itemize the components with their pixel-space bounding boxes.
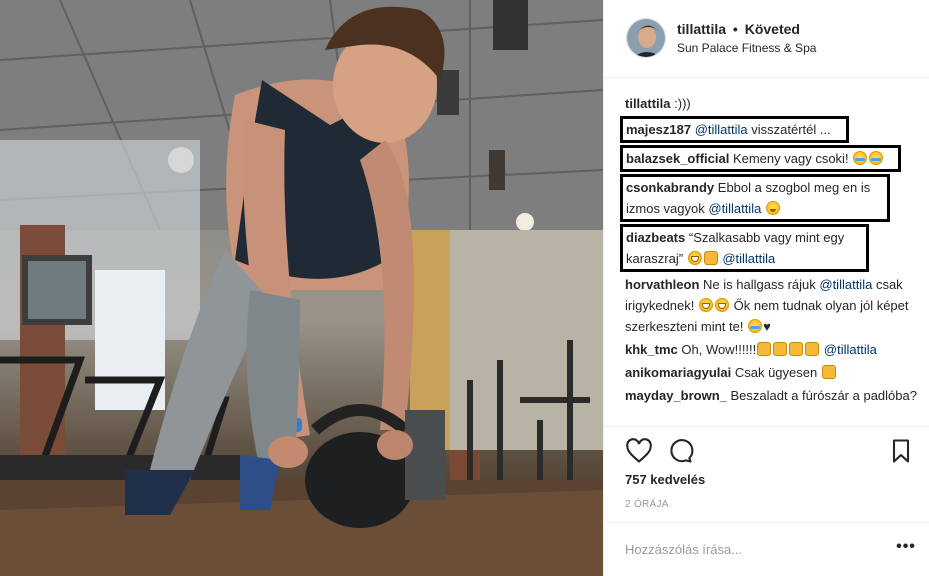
mention-link[interactable]: @tillattila — [722, 251, 775, 266]
clap-emoji-icon — [789, 342, 804, 356]
mention-link[interactable]: @tillattila — [708, 201, 761, 216]
instagram-post: tillattila • Követed Sun Palace Fitness … — [0, 0, 929, 576]
fist-emoji-icon — [703, 251, 718, 265]
comment-text: visszatértél ... — [751, 122, 831, 137]
comment-item: csonkabrandy Ebbol a szogbol meg en is i… — [620, 174, 919, 222]
like-button[interactable] — [625, 437, 653, 465]
caption-text: :))) — [674, 96, 691, 111]
caption-user[interactable]: tillattila — [625, 96, 671, 111]
highlight-box: diazbeats “Szalkasabb vagy mint egy kara… — [620, 224, 869, 272]
comment-item: mayday_brown_ Beszaladt a fúrószár a pad… — [625, 385, 919, 406]
header-separator: • — [732, 21, 738, 37]
comment-text: Kemeny vagy csoki! — [732, 151, 849, 166]
author-username[interactable]: tillattila — [677, 21, 726, 37]
avatar[interactable] — [626, 18, 666, 58]
comment-user[interactable]: khk_tmc — [625, 342, 678, 357]
highlight-box: csonkabrandy Ebbol a szogbol meg en is i… — [620, 174, 890, 222]
comment-user[interactable]: anikomariagyulai — [625, 365, 731, 380]
comment-user[interactable]: majesz187 — [626, 122, 691, 137]
more-options-button[interactable]: ••• — [894, 537, 918, 561]
action-bar — [604, 426, 929, 476]
bookmark-icon — [892, 439, 910, 463]
likes-count[interactable]: 757 kedvelés — [625, 472, 705, 487]
comment-text: Beszaladt a fúrószár a padlóba? — [730, 388, 917, 403]
post-sidebar: tillattila • Követed Sun Palace Fitness … — [603, 0, 929, 576]
crying-laughing-emoji-icon — [853, 151, 868, 165]
comment-item: horvathleon Ne is hallgass rájuk @tillat… — [625, 274, 919, 337]
comment-user[interactable]: mayday_brown_ — [625, 388, 727, 403]
comment-item: diazbeats “Szalkasabb vagy mint egy kara… — [620, 224, 919, 272]
highlight-box: balazsek_official Kemeny vagy csoki! — [620, 145, 901, 172]
avatar-image — [627, 19, 665, 57]
save-button[interactable] — [887, 437, 915, 465]
clap-emoji-icon — [805, 342, 820, 356]
add-comment-section: ••• — [604, 522, 929, 576]
comment-user[interactable]: horvathleon — [625, 277, 699, 292]
comment-user[interactable]: diazbeats — [626, 230, 685, 245]
comment-text: Csak ügyesen — [734, 365, 818, 380]
grinning-emoji-icon — [765, 201, 780, 215]
location-link[interactable]: Sun Palace Fitness & Spa — [677, 41, 816, 55]
comment-text: Oh, Wow!!!!!! — [681, 342, 757, 357]
comment-input[interactable] — [625, 539, 875, 559]
thumbs-up-emoji-icon — [821, 365, 836, 379]
post-timestamp[interactable]: 2 ÓRÁJA — [625, 499, 669, 510]
comment-user[interactable]: csonkabrandy — [626, 180, 714, 195]
post-photo[interactable] — [0, 0, 603, 576]
clap-emoji-icon — [773, 342, 788, 356]
grin-emoji-icon — [687, 251, 702, 265]
caption: tillattila :))) — [625, 93, 919, 114]
highlight-box: majesz187 @tillattila visszatértél ... — [620, 116, 849, 143]
gym-photo-illustration — [0, 0, 603, 576]
comment-icon — [670, 439, 694, 463]
crying-laughing-emoji-icon — [869, 151, 884, 165]
heart-icon — [626, 438, 652, 463]
comment-text: Ne is hallgass rájuk — [703, 277, 816, 292]
comment-item: balazsek_official Kemeny vagy csoki! — [620, 145, 919, 172]
comment-item: majesz187 @tillattila visszatértél ... — [620, 116, 919, 143]
follow-status-button[interactable]: Követed — [745, 21, 800, 37]
black-heart-icon: ♥ — [763, 319, 771, 334]
mention-link[interactable]: @tillattila — [819, 277, 872, 292]
comment-item: khk_tmc Oh, Wow!!!!!! @tillattila — [625, 339, 919, 360]
comments-list: tillattila :))) majesz187 @tillattila vi… — [620, 93, 919, 408]
comment-item: anikomariagyulai Csak ügyesen — [625, 362, 919, 383]
comment-user[interactable]: balazsek_official — [626, 151, 729, 166]
mention-link[interactable]: @tillattila — [695, 122, 748, 137]
comment-button[interactable] — [666, 437, 694, 465]
clap-emoji-icon — [757, 342, 772, 356]
crying-laughing-emoji-icon — [748, 319, 763, 333]
header-user-row: tillattila • Követed — [677, 21, 800, 37]
grin-emoji-icon — [715, 298, 729, 312]
grin-emoji-icon — [699, 298, 713, 312]
post-header: tillattila • Követed Sun Palace Fitness … — [604, 0, 929, 78]
mention-link[interactable]: @tillattila — [824, 342, 877, 357]
